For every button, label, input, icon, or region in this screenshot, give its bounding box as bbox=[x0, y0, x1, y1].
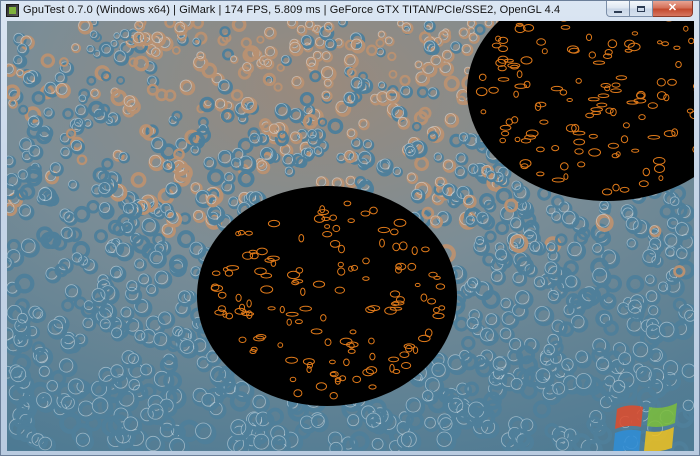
close-button[interactable]: ✕ bbox=[653, 1, 693, 17]
watermark-pane-yellow bbox=[644, 427, 674, 451]
minimize-icon bbox=[614, 10, 622, 13]
watermark-pane-red bbox=[615, 405, 643, 429]
watermark-pane-blue bbox=[613, 429, 641, 451]
gputest-window: GpuTest 0.7.0 (Windows x64) | GiMark | 1… bbox=[0, 0, 700, 456]
caption-buttons: ✕ bbox=[606, 1, 693, 17]
maximize-icon bbox=[637, 5, 645, 12]
windows-logo-watermark bbox=[613, 403, 677, 451]
window-title: GpuTest 0.7.0 (Windows x64) | GiMark | 1… bbox=[23, 4, 561, 16]
render-viewport[interactable] bbox=[7, 21, 694, 451]
maximize-button[interactable] bbox=[630, 1, 653, 17]
gputest-app-icon[interactable] bbox=[6, 4, 19, 17]
close-icon: ✕ bbox=[667, 2, 678, 14]
title-bar[interactable]: GpuTest 0.7.0 (Windows x64) | GiMark | 1… bbox=[1, 1, 699, 21]
donut-field-render bbox=[7, 21, 694, 451]
watermark-pane-green bbox=[647, 403, 677, 427]
minimize-button[interactable] bbox=[606, 1, 630, 17]
